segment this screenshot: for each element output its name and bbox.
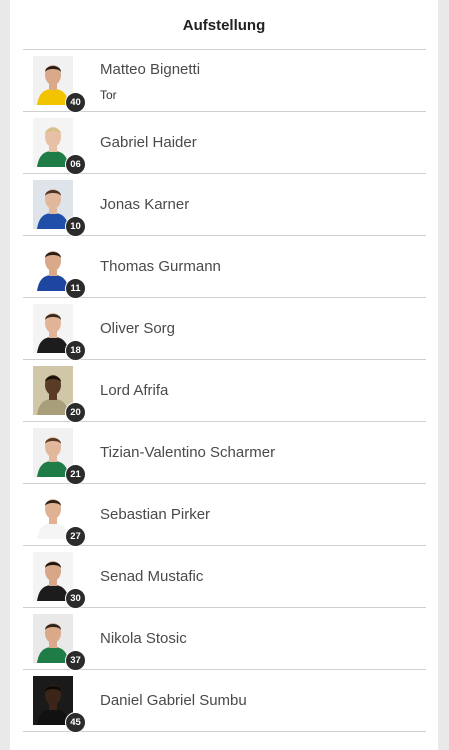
player-row[interactable]: 27 Sebastian Pirker <box>23 484 426 547</box>
player-row[interactable]: 40 Matteo Bignetti Tor <box>23 50 426 113</box>
player-row[interactable]: 06 Gabriel Haider <box>23 112 426 175</box>
jersey-number-badge: 27 <box>65 526 86 547</box>
section-title: Aufstellung <box>182 16 266 34</box>
player-row[interactable]: 21 Tizian-Valentino Scharmer <box>23 422 426 485</box>
player-row[interactable]: 20 Lord Afrifa <box>23 360 426 423</box>
lineup-card: Aufstellung 40 Matteo Bignetti Tor 06 Gabrie… <box>10 0 438 750</box>
player-row[interactable]: 45 Daniel Gabriel Sumbu <box>23 670 426 733</box>
jersey-number-badge: 30 <box>65 588 86 609</box>
player-name[interactable]: Nikola Stosic <box>100 608 187 669</box>
jersey-number-badge: 18 <box>65 340 86 361</box>
player-name[interactable]: Jonas Karner <box>100 174 189 235</box>
player-name[interactable]: Oliver Sorg <box>100 298 175 359</box>
player-row[interactable]: 37 Nikola Stosic <box>23 608 426 671</box>
player-list: 40 Matteo Bignetti Tor 06 Gabriel Haider 10 Jo… <box>23 49 426 733</box>
player-name[interactable]: Tizian-Valentino Scharmer <box>100 422 275 483</box>
jersey-number-badge: 21 <box>65 464 86 485</box>
player-row[interactable]: 10 Jonas Karner <box>23 174 426 237</box>
player-name[interactable]: Thomas Gurmann <box>100 236 221 297</box>
player-name[interactable]: Lord Afrifa <box>100 360 168 421</box>
jersey-number-badge: 37 <box>65 650 86 671</box>
jersey-number-badge: 45 <box>65 712 86 733</box>
player-row[interactable]: 30 Senad Mustafic <box>23 546 426 609</box>
jersey-number-badge: 10 <box>65 216 86 237</box>
player-name[interactable]: Sebastian Pirker <box>100 484 210 545</box>
jersey-number-badge: 06 <box>65 154 86 175</box>
player-name[interactable]: Daniel Gabriel Sumbu <box>100 670 247 731</box>
jersey-number-badge: 40 <box>65 92 86 113</box>
player-row[interactable]: 11 Thomas Gurmann <box>23 236 426 299</box>
jersey-number-badge: 11 <box>65 278 86 299</box>
player-row[interactable]: 18 Oliver Sorg <box>23 298 426 361</box>
player-name[interactable]: Gabriel Haider <box>100 112 197 173</box>
player-position: Tor <box>100 88 117 102</box>
player-name[interactable]: Senad Mustafic <box>100 546 203 607</box>
jersey-number-badge: 20 <box>65 402 86 423</box>
